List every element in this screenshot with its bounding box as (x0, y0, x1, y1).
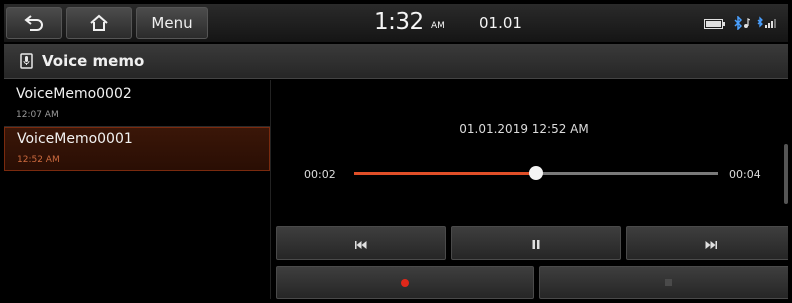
memo-time: 12:52 AM (17, 155, 60, 165)
home-button[interactable] (66, 7, 132, 39)
progress-slider[interactable] (354, 166, 718, 180)
menu-button[interactable]: Menu (136, 7, 208, 39)
pause-button[interactable] (451, 226, 621, 260)
recording-date: 01.01.2019 12:52 AM (459, 122, 589, 136)
elapsed-time: 00:02 (304, 168, 336, 181)
back-button[interactable] (6, 7, 62, 39)
clock-ampm: AM (431, 21, 445, 31)
memo-name: VoiceMemo0002 (16, 86, 132, 102)
page-title: Voice memo (42, 52, 145, 70)
back-arrow-icon (22, 13, 46, 33)
bluetooth-audio-icon (732, 15, 751, 34)
status-date: 01.01 (479, 14, 522, 32)
memo-time: 12:07 AM (16, 110, 59, 120)
clock-time: 1:32 (374, 9, 424, 35)
pause-icon (532, 234, 540, 253)
total-time: 00:04 (729, 168, 761, 181)
status-icons (704, 15, 778, 34)
record-button[interactable] (276, 266, 534, 299)
menu-label: Menu (151, 14, 193, 32)
previous-button[interactable] (276, 226, 446, 260)
stop-icon (664, 279, 672, 286)
memo-list-item[interactable]: VoiceMemo0002 12:07 AM (4, 83, 270, 127)
battery-icon (704, 15, 726, 34)
memo-name: VoiceMemo0001 (17, 131, 133, 147)
progress-fill (354, 172, 536, 175)
voice-memo-icon (20, 53, 34, 73)
skip-previous-icon (355, 234, 367, 253)
title-bar: Voice memo (4, 44, 788, 79)
divider (270, 80, 271, 299)
memo-list-item-selected[interactable]: VoiceMemo0001 12:52 AM (4, 127, 270, 171)
memo-list: VoiceMemo0002 12:07 AM VoiceMemo0001 12:… (4, 80, 270, 299)
status-bar: Menu 1:32 AM 01.01 (4, 4, 788, 42)
home-icon (88, 13, 110, 33)
progress-knob[interactable] (529, 166, 543, 180)
record-icon (401, 278, 409, 287)
stop-button[interactable] (539, 266, 788, 299)
next-button[interactable] (626, 226, 788, 260)
screen: Menu 1:32 AM 01.01 Voice memo VoiceMemo0… (4, 4, 788, 299)
side-handle[interactable] (784, 144, 788, 204)
phone-signal-icon (756, 15, 778, 34)
skip-next-icon (705, 234, 717, 253)
